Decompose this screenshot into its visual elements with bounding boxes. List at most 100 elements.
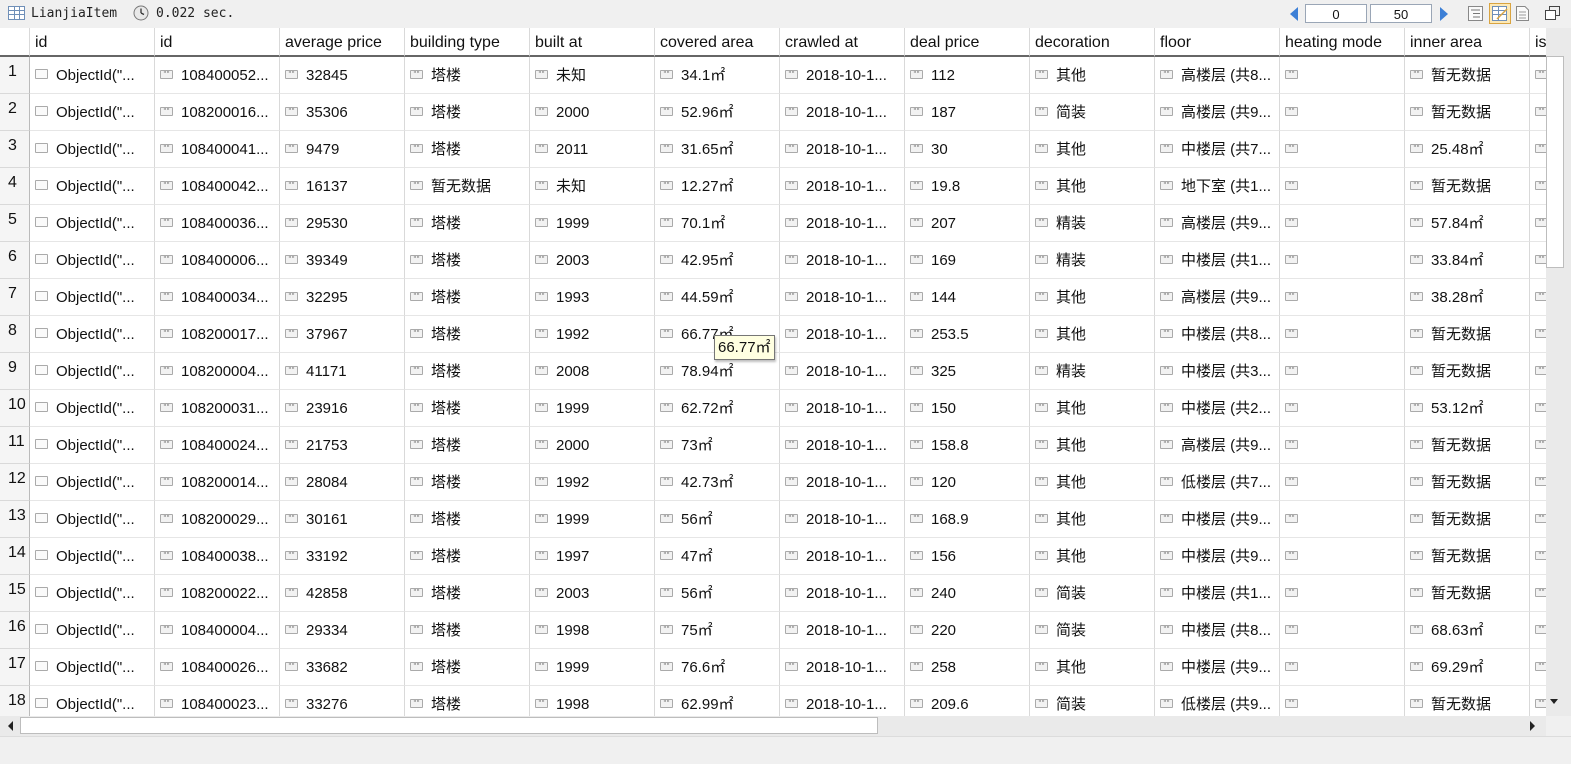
table-cell[interactable]: "" — [1280, 131, 1405, 168]
table-cell[interactable]: "" — [1280, 686, 1405, 716]
table-cell[interactable]: "" 207 — [905, 205, 1030, 242]
table-cell[interactable]: "" 156 — [905, 538, 1030, 575]
text-view-icon[interactable] — [1515, 5, 1530, 22]
table-cell[interactable]: "" 2018-10-1... — [780, 427, 905, 464]
table-cell[interactable]: "" 塔楼 — [405, 131, 530, 168]
table-cell[interactable]: "" — [1280, 538, 1405, 575]
table-cell[interactable]: "" 220 — [905, 612, 1030, 649]
table-cell[interactable]: "" 2018-10-1... — [780, 94, 905, 131]
table-cell[interactable]: "" 1998 — [530, 686, 655, 716]
table-cell[interactable]: "" 精装 — [1030, 242, 1155, 279]
table-cell[interactable]: "" 2003 — [530, 242, 655, 279]
table-cell[interactable]: "" — [1530, 612, 1546, 649]
table-cell[interactable]: "" — [1530, 57, 1546, 94]
horizontal-scrollbar-thumb[interactable] — [20, 717, 878, 734]
column-header-heating-mode[interactable]: heating mode — [1280, 28, 1405, 57]
table-cell[interactable]: "" 19.8 — [905, 168, 1030, 205]
table-cell[interactable]: ObjectId("... — [30, 464, 155, 501]
scroll-right-icon[interactable] — [1527, 720, 1537, 732]
row-number[interactable]: 12 — [0, 464, 30, 501]
table-cell[interactable]: "" 41171 — [280, 353, 405, 390]
table-cell[interactable]: "" 144 — [905, 279, 1030, 316]
table-cell[interactable]: "" 2018-10-1... — [780, 131, 905, 168]
table-cell[interactable]: "" — [1280, 353, 1405, 390]
table-cell[interactable]: "" 2018-10-1... — [780, 242, 905, 279]
table-cell[interactable]: "" 其他 — [1030, 390, 1155, 427]
table-cell[interactable]: "" 塔楼 — [405, 612, 530, 649]
table-cell[interactable]: "" 暂无数据 — [1405, 353, 1530, 390]
table-cell[interactable]: "" 108200014... — [155, 464, 280, 501]
table-cell[interactable]: "" 中楼层 (共1... — [1155, 242, 1280, 279]
row-number[interactable]: 10 — [0, 390, 30, 427]
table-cell[interactable]: "" 中楼层 (共9... — [1155, 538, 1280, 575]
table-cell[interactable]: "" 暂无数据 — [1405, 538, 1530, 575]
row-number[interactable]: 7 — [0, 279, 30, 316]
table-cell[interactable]: "" — [1280, 390, 1405, 427]
table-cell[interactable]: "" 38.28㎡ — [1405, 279, 1530, 316]
table-cell[interactable]: "" 33682 — [280, 649, 405, 686]
table-cell[interactable]: "" 其他 — [1030, 464, 1155, 501]
table-cell[interactable]: "" — [1280, 575, 1405, 612]
table-cell[interactable]: "" 21753 — [280, 427, 405, 464]
table-cell[interactable]: "" 暂无数据 — [1405, 94, 1530, 131]
table-cell[interactable]: "" 暂无数据 — [405, 168, 530, 205]
table-cell[interactable]: "" 1993 — [530, 279, 655, 316]
table-cell[interactable]: "" — [1280, 649, 1405, 686]
table-cell[interactable]: "" 62.72㎡ — [655, 390, 780, 427]
table-cell[interactable]: "" — [1530, 390, 1546, 427]
table-cell[interactable]: "" 塔楼 — [405, 649, 530, 686]
table-cell[interactable]: "" — [1530, 501, 1546, 538]
table-cell[interactable]: "" 暂无数据 — [1405, 57, 1530, 94]
table-cell[interactable]: "" 108400034... — [155, 279, 280, 316]
table-cell[interactable]: "" 其他 — [1030, 427, 1155, 464]
table-cell[interactable]: ObjectId("... — [30, 242, 155, 279]
table-cell[interactable]: "" 中楼层 (共8... — [1155, 612, 1280, 649]
table-cell[interactable]: "" 168.9 — [905, 501, 1030, 538]
table-cell[interactable]: "" 253.5 — [905, 316, 1030, 353]
table-cell[interactable]: "" 120 — [905, 464, 1030, 501]
column-header-covered-area[interactable]: covered area — [655, 28, 780, 57]
table-cell[interactable]: "" 其他 — [1030, 649, 1155, 686]
row-number[interactable]: 2 — [0, 94, 30, 131]
table-cell[interactable]: ObjectId("... — [30, 94, 155, 131]
table-cell[interactable]: "" 112 — [905, 57, 1030, 94]
table-cell[interactable]: "" 2018-10-1... — [780, 575, 905, 612]
table-cell[interactable]: "" 33192 — [280, 538, 405, 575]
table-cell[interactable]: "" — [1530, 168, 1546, 205]
table-cell[interactable]: "" 108400052... — [155, 57, 280, 94]
table-cell[interactable]: "" 2008 — [530, 353, 655, 390]
row-number[interactable]: 1 — [0, 57, 30, 94]
table-cell[interactable]: "" 2011 — [530, 131, 655, 168]
row-number[interactable]: 13 — [0, 501, 30, 538]
table-cell[interactable]: "" — [1280, 427, 1405, 464]
table-cell[interactable]: "" 1998 — [530, 612, 655, 649]
table-cell[interactable]: "" 2000 — [530, 427, 655, 464]
table-cell[interactable]: "" 209.6 — [905, 686, 1030, 716]
table-cell[interactable]: "" 中楼层 (共9... — [1155, 501, 1280, 538]
table-cell[interactable]: "" 2018-10-1... — [780, 649, 905, 686]
table-cell[interactable]: "" 108200029... — [155, 501, 280, 538]
column-header-inner-area[interactable]: inner area — [1405, 28, 1530, 57]
table-cell[interactable]: "" 42.73㎡ — [655, 464, 780, 501]
table-cell[interactable]: "" 57.84㎡ — [1405, 205, 1530, 242]
table-cell[interactable]: "" 108400024... — [155, 427, 280, 464]
table-cell[interactable]: "" 暂无数据 — [1405, 427, 1530, 464]
table-cell[interactable]: "" 62.99㎡ — [655, 686, 780, 716]
table-cell[interactable]: "" — [1280, 612, 1405, 649]
table-cell[interactable]: "" — [1530, 279, 1546, 316]
row-number[interactable]: 18 — [0, 686, 30, 716]
table-cell[interactable]: "" 2018-10-1... — [780, 353, 905, 390]
table-cell[interactable]: "" 108200017... — [155, 316, 280, 353]
table-cell[interactable]: "" 高楼层 (共9... — [1155, 94, 1280, 131]
table-cell[interactable]: "" 76.6㎡ — [655, 649, 780, 686]
table-cell[interactable]: "" 150 — [905, 390, 1030, 427]
table-cell[interactable]: "" 低楼层 (共9... — [1155, 686, 1280, 716]
table-cell[interactable]: "" 32845 — [280, 57, 405, 94]
table-cell[interactable]: "" 2018-10-1... — [780, 390, 905, 427]
table-cell[interactable]: "" 25.48㎡ — [1405, 131, 1530, 168]
table-cell[interactable]: ObjectId("... — [30, 131, 155, 168]
table-cell[interactable]: "" 108400036... — [155, 205, 280, 242]
table-cell[interactable]: "" 1992 — [530, 464, 655, 501]
table-cell[interactable]: ObjectId("... — [30, 501, 155, 538]
row-number[interactable]: 4 — [0, 168, 30, 205]
